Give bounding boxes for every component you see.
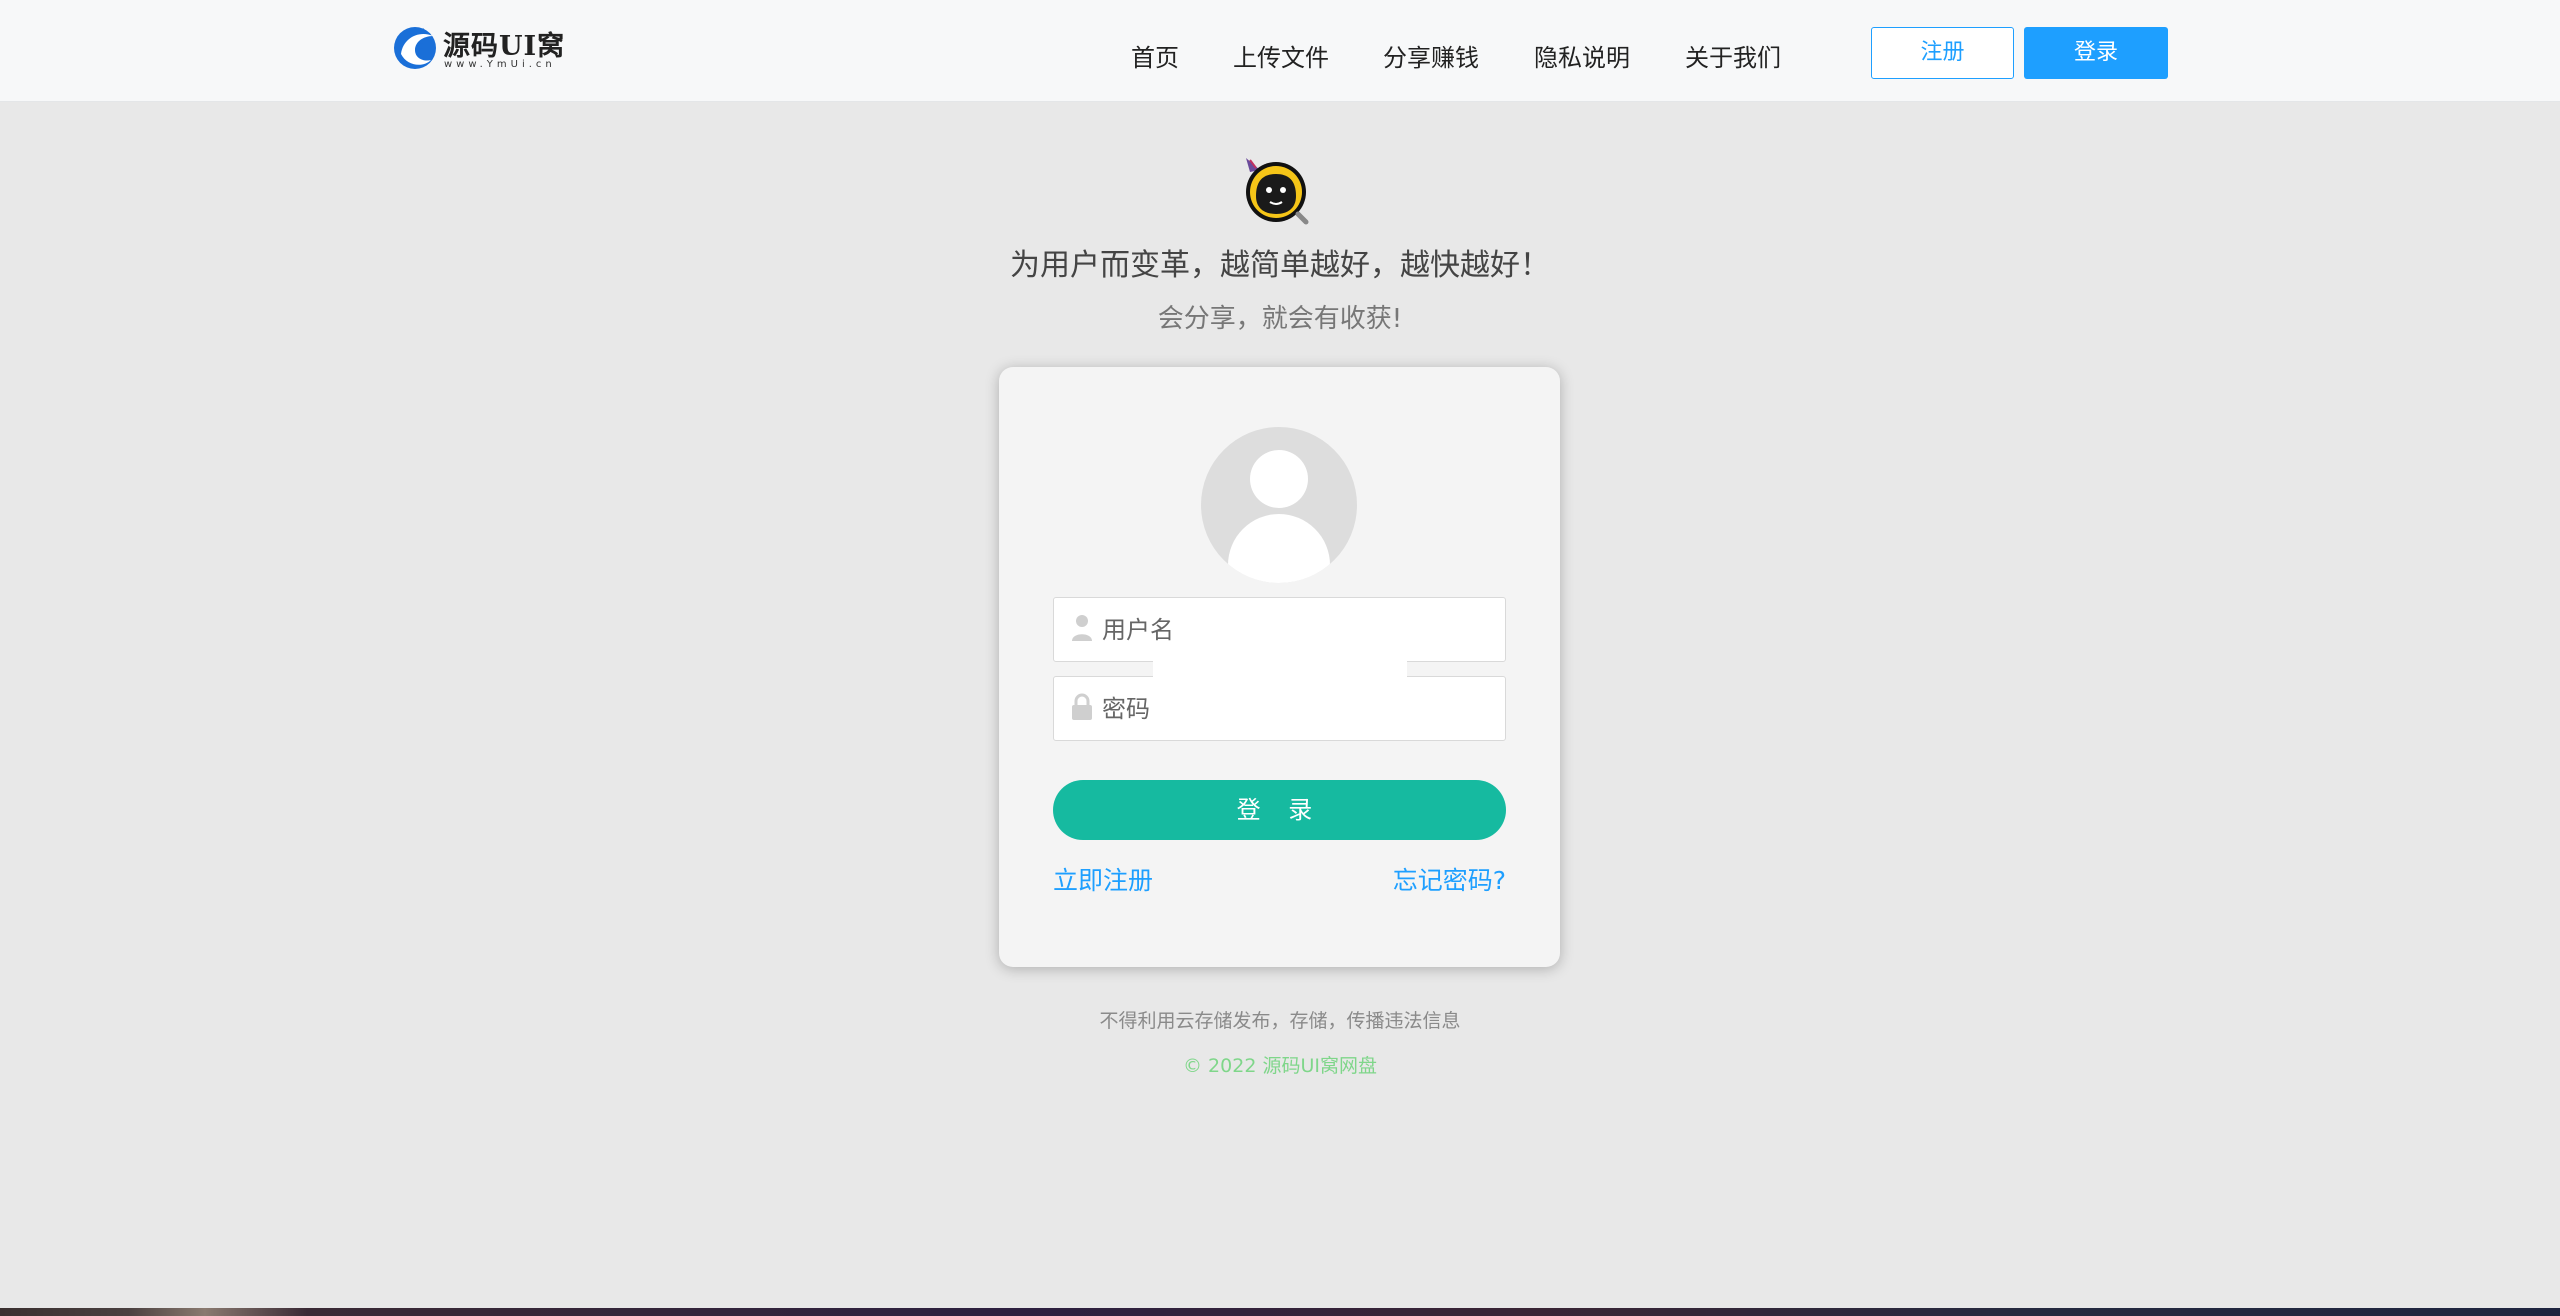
nav-item-privacy[interactable]: 隐私说明 xyxy=(1534,38,1630,73)
autocomplete-overlay xyxy=(1153,644,1407,679)
password-field[interactable] xyxy=(1053,676,1506,741)
avatar-body xyxy=(1228,514,1330,583)
nav-item-share-earn[interactable]: 分享赚钱 xyxy=(1383,38,1479,73)
nav-item-upload[interactable]: 上传文件 xyxy=(1233,38,1329,73)
register-button[interactable]: 注册 xyxy=(1871,27,2014,79)
bottom-strip xyxy=(0,1308,2560,1316)
logo-text: 源码UI窝 xyxy=(443,31,566,62)
avatar-placeholder-icon xyxy=(1201,427,1357,583)
hero-slogan: 为用户而变革，越简单越好，越快越好！ xyxy=(1010,248,1550,283)
nav-item-about[interactable]: 关于我们 xyxy=(1685,38,1781,73)
login-button[interactable]: 登录 xyxy=(2024,27,2168,79)
logo-subtext: www.YmUi.cn xyxy=(444,59,556,70)
password-input[interactable] xyxy=(1102,677,1497,740)
avatar-head xyxy=(1250,450,1308,508)
hero-subslogan: 会分享，就会有收获! xyxy=(1157,304,1403,334)
site-logo[interactable]: 源码UI窝 www.YmUi.cn xyxy=(393,22,566,72)
legal-notice: 不得利用云存储发布，存储，传播违法信息 xyxy=(1099,1010,1461,1032)
dragon-logo-icon xyxy=(394,27,436,69)
top-navbar: 源码UI窝 www.YmUi.cn 首页 上传文件 分享赚钱 隐私说明 关于我们… xyxy=(0,0,2560,102)
register-now-link[interactable]: 立即注册 xyxy=(1053,861,1153,897)
nav-item-home[interactable]: 首页 xyxy=(1131,38,1179,73)
copyright-text: © 2022 源码UI窝网盘 xyxy=(1183,1055,1377,1077)
lock-icon xyxy=(1072,693,1092,720)
mascot-icon xyxy=(1246,158,1309,225)
login-submit-button[interactable]: 登 录 xyxy=(1053,780,1506,840)
user-icon xyxy=(1072,615,1092,641)
forgot-password-link[interactable]: 忘记密码? xyxy=(1393,861,1506,897)
